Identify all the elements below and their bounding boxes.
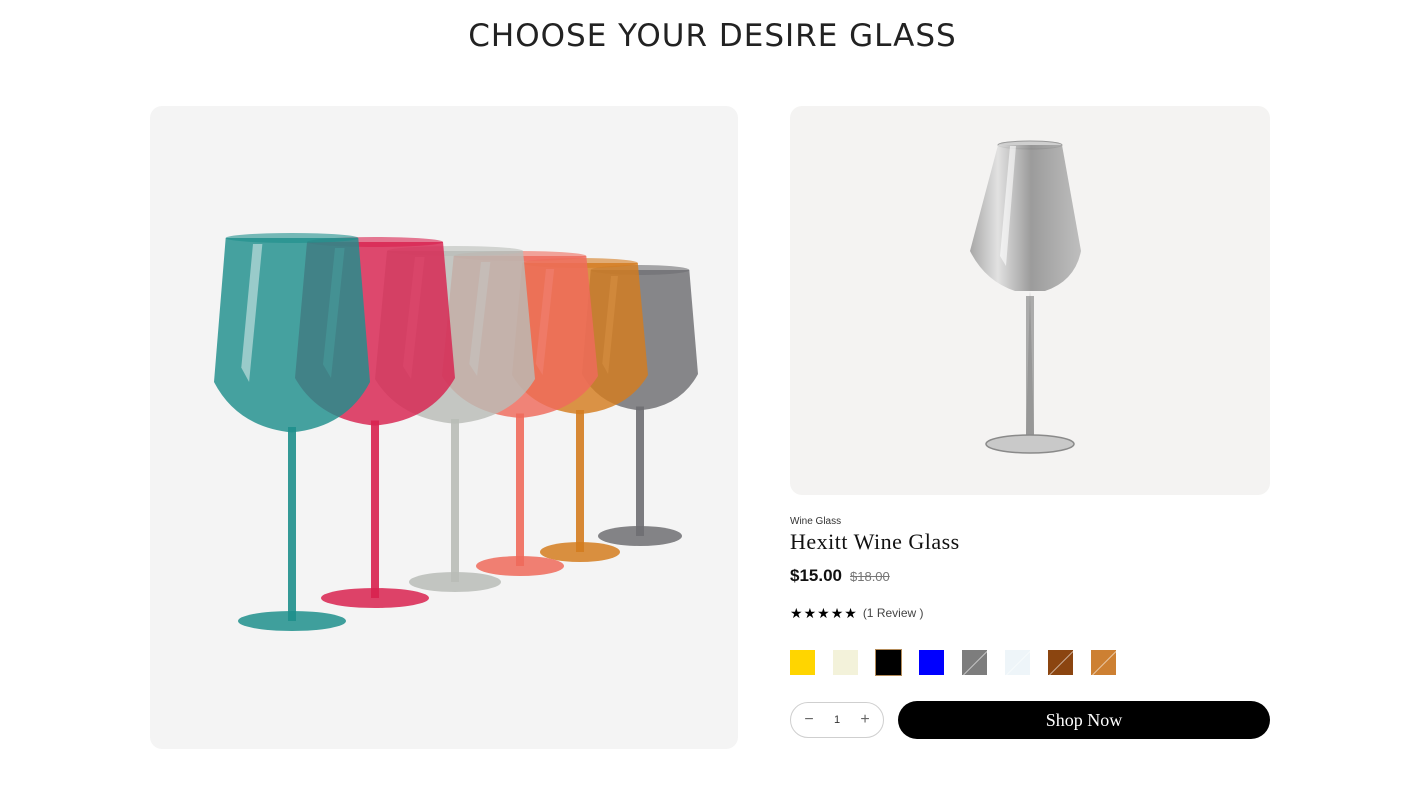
wine-glass-shape xyxy=(214,233,370,631)
swatch-diagonal xyxy=(1005,650,1030,675)
star-rating: ★ ★ ★ ★ ★ xyxy=(790,606,857,620)
swatch-grey[interactable] xyxy=(962,650,987,675)
quantity-stepper: − 1 + xyxy=(790,702,884,738)
swatch-diagonal xyxy=(1091,650,1116,675)
star-icon: ★ xyxy=(844,605,857,621)
section-title: CHOOSE YOUR DESIRE GLASS xyxy=(468,18,957,54)
review-count[interactable]: (1 Review ) xyxy=(863,606,924,620)
swatch-clear[interactable] xyxy=(1005,650,1030,675)
shop-now-button[interactable]: Shop Now xyxy=(898,701,1270,739)
swatch-blue[interactable] xyxy=(919,650,944,675)
swatch-diagonal xyxy=(962,650,987,675)
price-row: $15.00 $18.00 xyxy=(790,566,890,586)
swatch-diagonal xyxy=(1048,650,1073,675)
swatch-black[interactable] xyxy=(875,649,902,676)
single-grey-wine-glass-image xyxy=(970,140,1081,454)
price-compare: $18.00 xyxy=(850,569,890,584)
swatch-yellow[interactable] xyxy=(790,650,815,675)
color-swatches xyxy=(790,649,1116,676)
swatch-amber[interactable] xyxy=(1091,650,1116,675)
star-icon: ★ xyxy=(790,605,803,621)
hero-image-card xyxy=(150,106,738,749)
plus-icon[interactable]: + xyxy=(855,712,875,728)
product-category: Wine Glass xyxy=(790,516,842,527)
product-title[interactable]: Hexitt Wine Glass xyxy=(790,529,960,555)
rating-row[interactable]: ★ ★ ★ ★ ★ (1 Review ) xyxy=(790,606,924,620)
price-current: $15.00 xyxy=(790,566,842,585)
minus-icon[interactable]: − xyxy=(799,712,819,728)
swatch-cream[interactable] xyxy=(833,650,858,675)
star-icon: ★ xyxy=(830,605,844,621)
star-icon: ★ xyxy=(803,605,817,621)
wine-glasses-lineup-image xyxy=(214,233,698,631)
swatch-brown[interactable] xyxy=(1048,650,1073,675)
quantity-input[interactable]: 1 xyxy=(822,714,852,726)
star-icon: ★ xyxy=(817,605,830,621)
product-image-card[interactable] xyxy=(790,106,1270,495)
